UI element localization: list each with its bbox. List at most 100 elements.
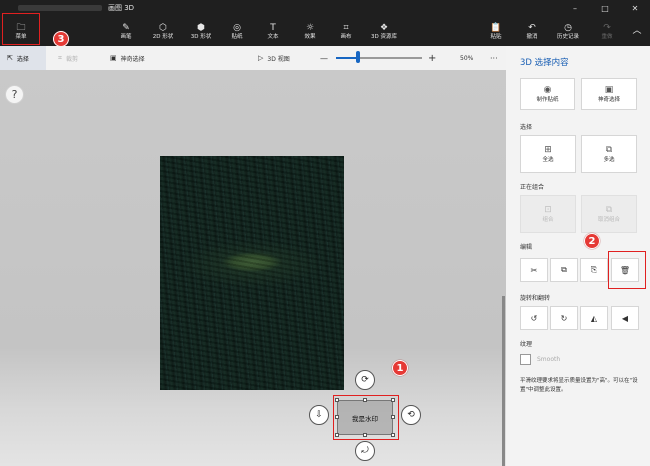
tool-canvas[interactable]: ⌗ 画布 [335,17,357,46]
redo-label: 重做 [601,33,613,40]
select-all-button[interactable]: ⊞ 全选 [520,135,576,173]
menu-annotation-box [2,13,40,45]
rotate-icon: ⟳ [361,375,369,385]
close-button[interactable]: ✕ [620,0,650,17]
history-icon: ◷ [564,22,572,33]
undo-icon: ↶ [528,22,536,33]
tool-effects-label: 效果 [304,33,316,40]
make-sticker-label: 制作贴纸 [536,96,559,103]
smooth-checkbox[interactable] [520,354,531,365]
cut-button[interactable]: ✂ [520,258,548,282]
section-rotate-label: 旋转和翻转 [520,295,551,302]
crop-label: 裁剪 [65,55,78,63]
panel-title: 3D 选择内容 [520,58,569,68]
section-group-label: 正在组合 [520,184,545,191]
rotate-z-control[interactable]: ⤾ [355,441,375,461]
minimize-button[interactable]: – [560,0,590,17]
push-back-control[interactable]: ⇩ [309,405,329,425]
group-label: 组合 [542,216,554,223]
magic-select-icon: ▣ [110,54,117,62]
smooth-label: Smooth [537,356,561,363]
undo-label: 撤消 [526,33,538,40]
multi-select-label: 多选 [603,156,615,163]
more-options-button[interactable]: ··· [490,46,498,70]
tool-text-label: 文本 [267,33,279,40]
sticker-icon: ◉ [543,84,552,95]
copy-icon: ⧉ [561,265,567,274]
flip-horizontal-icon: ◭ [590,313,598,323]
text-icon: T [270,22,276,33]
rotate-left-icon: ↺ [530,313,538,323]
tool-text[interactable]: T 文本 [262,17,284,46]
redo-icon: ↷ [603,22,611,33]
delete-annotation-box [608,251,646,289]
paste-label: 粘贴 [490,33,502,40]
section-select-label: 选择 [520,124,533,131]
group-icon: ⊡ [544,204,552,215]
rotate-y-control[interactable]: ⟲ [401,405,421,425]
rotate-right-button[interactable]: ↻ [550,306,578,330]
magic-select-toolbar-label: 神奇选择 [120,55,145,63]
tool-brush[interactable]: ✎ 画笔 [114,17,138,46]
canvas-scrollbar[interactable] [502,296,505,466]
view-3d-toggle[interactable]: ▷ 3D 视图 [258,46,290,70]
sub-toolbar: ⇱ 选择 ⌗ 裁剪 ▣ 神奇选择 ▷ 3D 视图 — + 50% ··· [0,46,506,70]
tool-canvas-label: 画布 [340,33,352,40]
rotate-x-control[interactable]: ⟳ [355,370,375,390]
rotate-right-icon: ↻ [560,313,568,323]
crop-button[interactable]: ⌗ 裁剪 [58,46,78,70]
select-tool-label: 选择 [16,55,29,63]
zoom-level: 50% [460,54,474,62]
shapes-2d-icon: ⬡ [159,22,167,33]
forest-photo[interactable] [160,156,344,390]
rotate-vertical-icon: ⟲ [407,410,415,420]
group-button[interactable]: ⊡ 组合 [520,195,576,233]
tool-3d-shapes[interactable]: ⬢ 3D 形状 [186,17,216,46]
tool-3d-library[interactable]: ❖ 3D 资源库 [366,17,402,46]
copy-button[interactable]: ⧉ [550,258,578,282]
flip-horizontal-button[interactable]: ◭ [580,306,608,330]
multi-select-button[interactable]: ⧉ 多选 [581,135,637,173]
depth-icon: ⇩ [315,410,323,420]
flip-vertical-button[interactable]: ◀ [611,306,639,330]
tool-2d-shapes[interactable]: ⬡ 2D 形状 [148,17,178,46]
select-tool-button[interactable]: ⇱ 选择 [0,46,46,70]
zoom-slider-thumb[interactable] [355,51,360,63]
cursor-icon: ⇱ [7,54,13,62]
section-edit-label: 编辑 [520,244,533,251]
ungroup-icon: ⧉ [605,204,613,215]
rotate-flat-icon: ⤾ [361,446,369,456]
tool-effects[interactable]: ☼ 效果 [299,17,321,46]
paste-button[interactable]: 📋 粘贴 [485,17,507,46]
zoom-in-button[interactable]: + [428,46,436,70]
zoom-out-button[interactable]: — [320,46,328,70]
photo-texture [160,156,344,390]
ungroup-button[interactable]: ⧉ 取消组合 [581,195,637,233]
canvas-icon: ⌗ [343,22,349,33]
magic-select-toolbar-button[interactable]: ▣ 神奇选择 [110,46,145,70]
magic-select-panel-button[interactable]: ▣ 神奇选择 [581,78,637,110]
paste-icon: ⎘ [590,265,598,274]
section-texture-label: 纹理 [520,341,533,348]
magic-select-panel-label: 神奇选择 [597,96,620,103]
brush-icon: ✎ [122,22,130,33]
multi-select-icon: ⧉ [605,144,613,155]
undo-button[interactable]: ↶ 撤消 [521,17,543,46]
tool-stickers[interactable]: ◎ 贴纸 [226,17,248,46]
maximize-button[interactable]: □ [590,0,620,17]
paste-icon: 📋 [490,22,502,33]
annotation-badge-1: 1 [392,360,408,376]
tool-2d-shapes-label: 2D 形状 [152,33,174,40]
effects-icon: ☼ [305,22,315,33]
view-3d-label: 3D 视图 [267,55,290,63]
selection-annotation-box [333,395,399,440]
texture-note: 平滑纹理要求将显示质量设置为"高"。可以在"设置"中调整此设置。 [520,378,638,393]
collapse-ribbon-button[interactable]: ︿ [628,17,646,46]
zoom-slider-fill [336,57,358,59]
make-sticker-button[interactable]: ◉ 制作贴纸 [520,78,575,110]
paste-panel-button[interactable]: ⎘ [580,258,608,282]
history-button[interactable]: ◷ 历史记录 [553,17,583,46]
rotate-left-button[interactable]: ↺ [520,306,548,330]
redo-button[interactable]: ↷ 重做 [596,17,618,46]
help-button[interactable]: ? [5,85,24,104]
